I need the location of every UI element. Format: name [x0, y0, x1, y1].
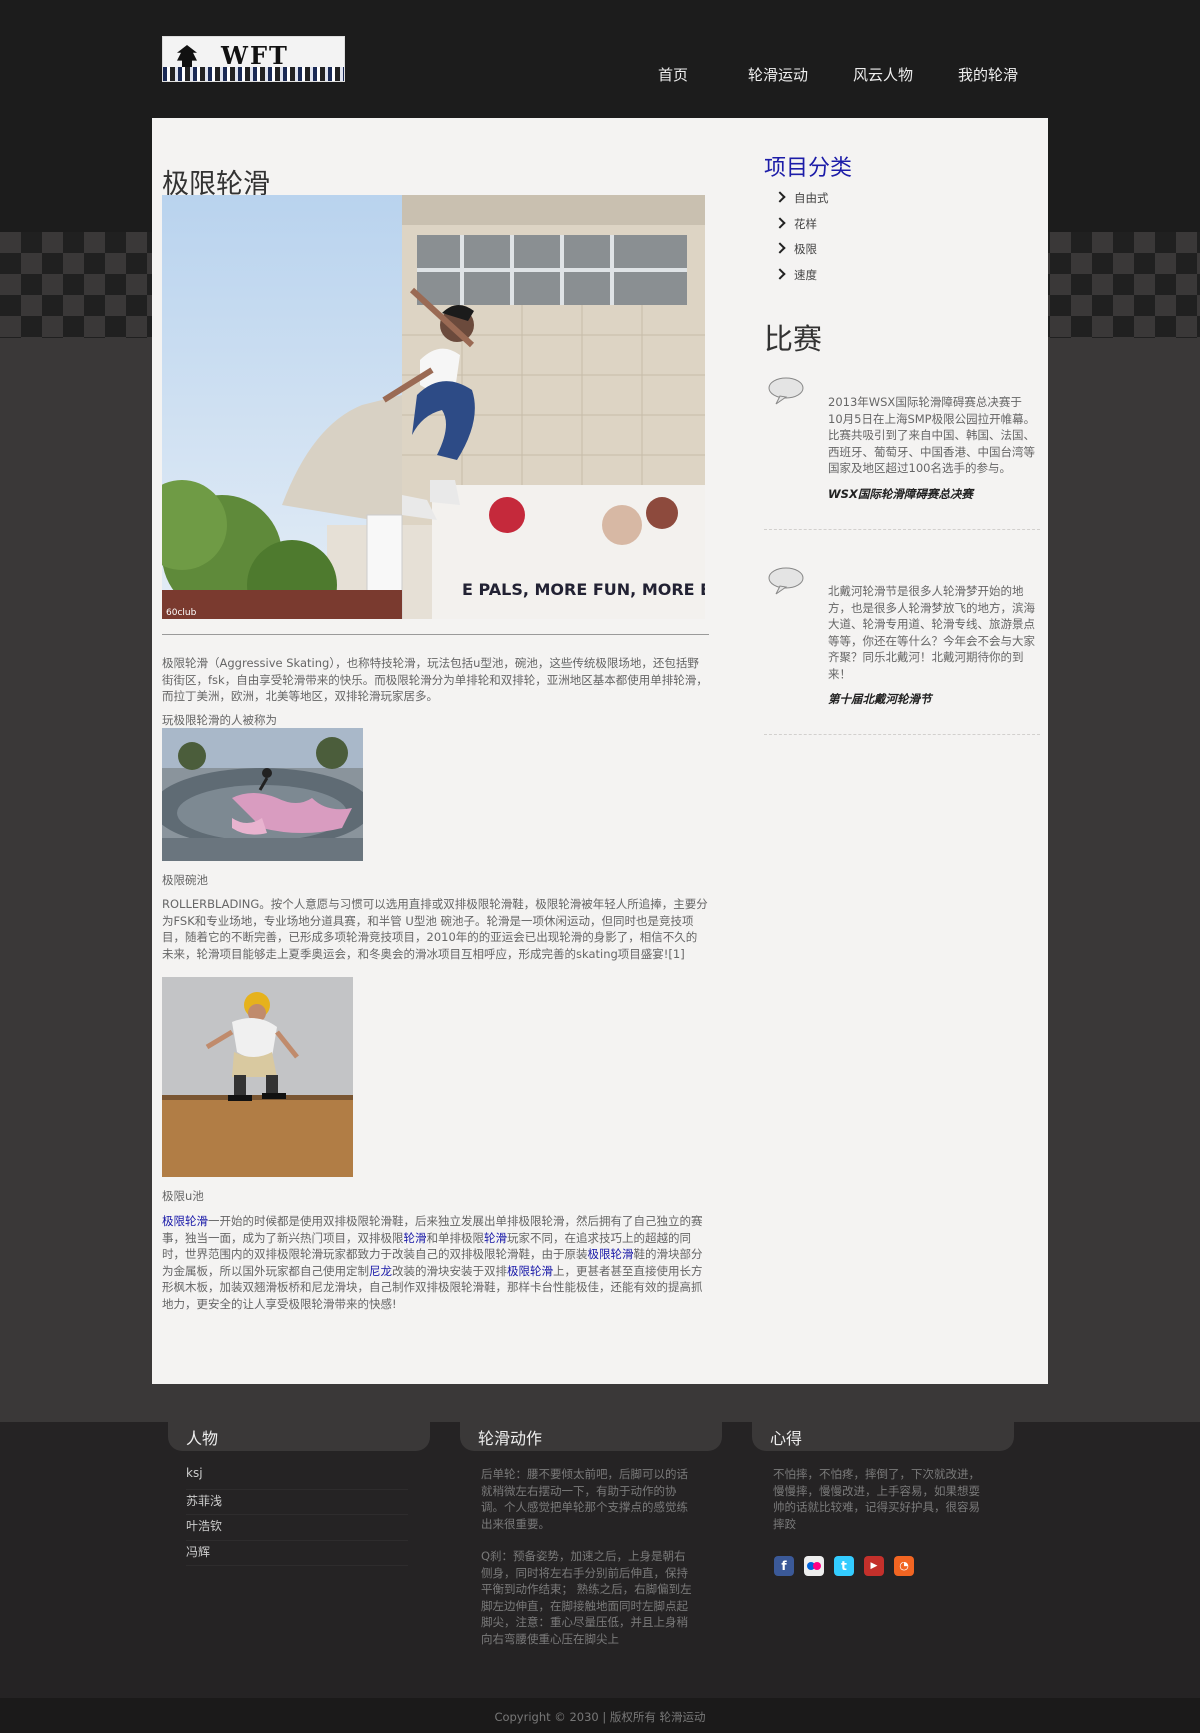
- twitter-icon[interactable]: t: [834, 1556, 854, 1576]
- site-logo[interactable]: WFT: [162, 36, 345, 82]
- content-panel: 极限轮滑 E PALS, MORE FUN, MORE E 60club 极限轮…: [152, 118, 1048, 1384]
- link-nylon[interactable]: 尼龙: [369, 1264, 392, 1278]
- main-nav: 首页 轮滑运动 风云人物 我的轮滑: [640, 64, 1050, 94]
- category-item[interactable]: 自由式: [774, 190, 976, 216]
- event-description: 2013年WSX国际轮滑障碍赛总决赛于10月5日在上海SMP极限公园拉开帷幕。比…: [828, 395, 1036, 475]
- footer-thoughts-title: 心得: [770, 1429, 803, 1448]
- upool-photo-art: [162, 977, 353, 1177]
- rss-icon[interactable]: ◔: [894, 1556, 914, 1576]
- footer-thoughts-text: 不怕摔，不怕疼，摔倒了，下次就改进，慢慢摔，慢慢改进，上手容易，如果想耍帅的话就…: [773, 1467, 980, 1531]
- flickr-icon[interactable]: [804, 1556, 824, 1576]
- caption-upool: 极限u池: [162, 1189, 204, 1203]
- footer-moves-text: Q刹：预备姿势，加速之后，上身是朝右侧身，同时将左右手分别前后伸直，保持平衡到动…: [481, 1549, 692, 1646]
- svg-text:60club: 60club: [166, 608, 197, 618]
- copyright-text: Copyright © 2030 | 版权所有 轮滑运动: [494, 1710, 706, 1724]
- nav-item-people[interactable]: 风云人物: [853, 64, 913, 85]
- chevron-right-icon: [774, 216, 786, 229]
- bowl-photo-art: [162, 728, 363, 861]
- link-skating[interactable]: 轮滑: [484, 1231, 507, 1245]
- nav-item-skating[interactable]: 轮滑运动: [748, 64, 808, 85]
- footer-people-title: 人物: [186, 1429, 219, 1448]
- event-divider: [764, 734, 1040, 735]
- footer-people-list: ksj 苏菲浅 叶浩钦 冯辉: [186, 1464, 408, 1566]
- divider: [162, 634, 709, 635]
- history-paragraph: 极限轮滑一开始的时候都是使用双排极限轮滑鞋，后来独立发展出单排极限轮滑，然后拥有…: [162, 1214, 703, 1311]
- upool-photo: [162, 977, 353, 1177]
- event-divider: [764, 529, 1040, 530]
- list-item[interactable]: ksj: [186, 1464, 408, 1490]
- link-aggressive-skating[interactable]: 极限轮滑: [507, 1264, 553, 1278]
- lead-text: 玩极限轮滑的人被称为: [162, 713, 277, 727]
- chevron-right-icon: [774, 191, 786, 203]
- logo-stripe: [163, 67, 344, 81]
- link-skating[interactable]: 轮滑: [404, 1231, 427, 1245]
- rollerblading-paragraph: ROLLERBLADING。按个人意愿与习惯可以选用直排或双排极限轮滑鞋，极限轮…: [162, 897, 708, 961]
- chevron-right-icon: [774, 242, 786, 254]
- category-item[interactable]: 极限: [774, 241, 976, 267]
- list-item[interactable]: 冯辉: [186, 1541, 408, 1566]
- category-list: 自由式 花样 极限 速度: [774, 190, 976, 293]
- footer-moves-title: 轮滑动作: [478, 1429, 543, 1448]
- nav-item-my-skating[interactable]: 我的轮滑: [958, 64, 1018, 85]
- intro-paragraph: 极限轮滑（Aggressive Skating），也称特技轮滑，玩法包括u型池，…: [162, 656, 708, 703]
- category-item[interactable]: 速度: [774, 267, 976, 293]
- chevron-right-icon: [774, 267, 786, 280]
- speech-bubble-icon: [768, 377, 804, 405]
- facebook-icon[interactable]: f: [774, 1556, 794, 1576]
- nav-item-home[interactable]: 首页: [658, 64, 688, 85]
- logo-lettering: WFT: [221, 41, 289, 70]
- caption-bowl: 极限碗池: [162, 873, 208, 887]
- link-aggressive-skating[interactable]: 极限轮滑: [162, 1214, 208, 1228]
- speech-bubble-icon: [768, 567, 804, 595]
- svg-text:E PALS, MORE FUN, MORE E: E PALS, MORE FUN, MORE E: [462, 580, 705, 599]
- youtube-icon[interactable]: ▶: [864, 1556, 884, 1576]
- event-title[interactable]: WSX国际轮滑障碍赛总决赛: [828, 486, 973, 502]
- link-aggressive-skating[interactable]: 极限轮滑: [588, 1247, 634, 1261]
- categories-title: 项目分类: [764, 156, 853, 181]
- match-title: 比赛: [764, 322, 823, 356]
- event-title[interactable]: 第十届北戴河轮滑节: [828, 691, 932, 707]
- hero-photo: E PALS, MORE FUN, MORE E 60club: [162, 195, 705, 619]
- event-description: 北戴河轮滑节是很多人轮滑梦开始的地方，也是很多人轮滑梦放飞的地方，滨海大道、轮滑…: [828, 584, 1035, 681]
- bowl-photo: [162, 728, 363, 861]
- footer-moves-text: 后单轮：腰不要倾太前吧，后脚可以的话就稍微左右摆动一下，有助于动作的协调。个人感…: [481, 1467, 688, 1531]
- category-item[interactable]: 花样: [774, 216, 976, 242]
- list-item[interactable]: 叶浩钦: [186, 1515, 408, 1541]
- hero-photo-art: E PALS, MORE FUN, MORE E 60club: [162, 195, 705, 619]
- list-item[interactable]: 苏菲浅: [186, 1490, 408, 1515]
